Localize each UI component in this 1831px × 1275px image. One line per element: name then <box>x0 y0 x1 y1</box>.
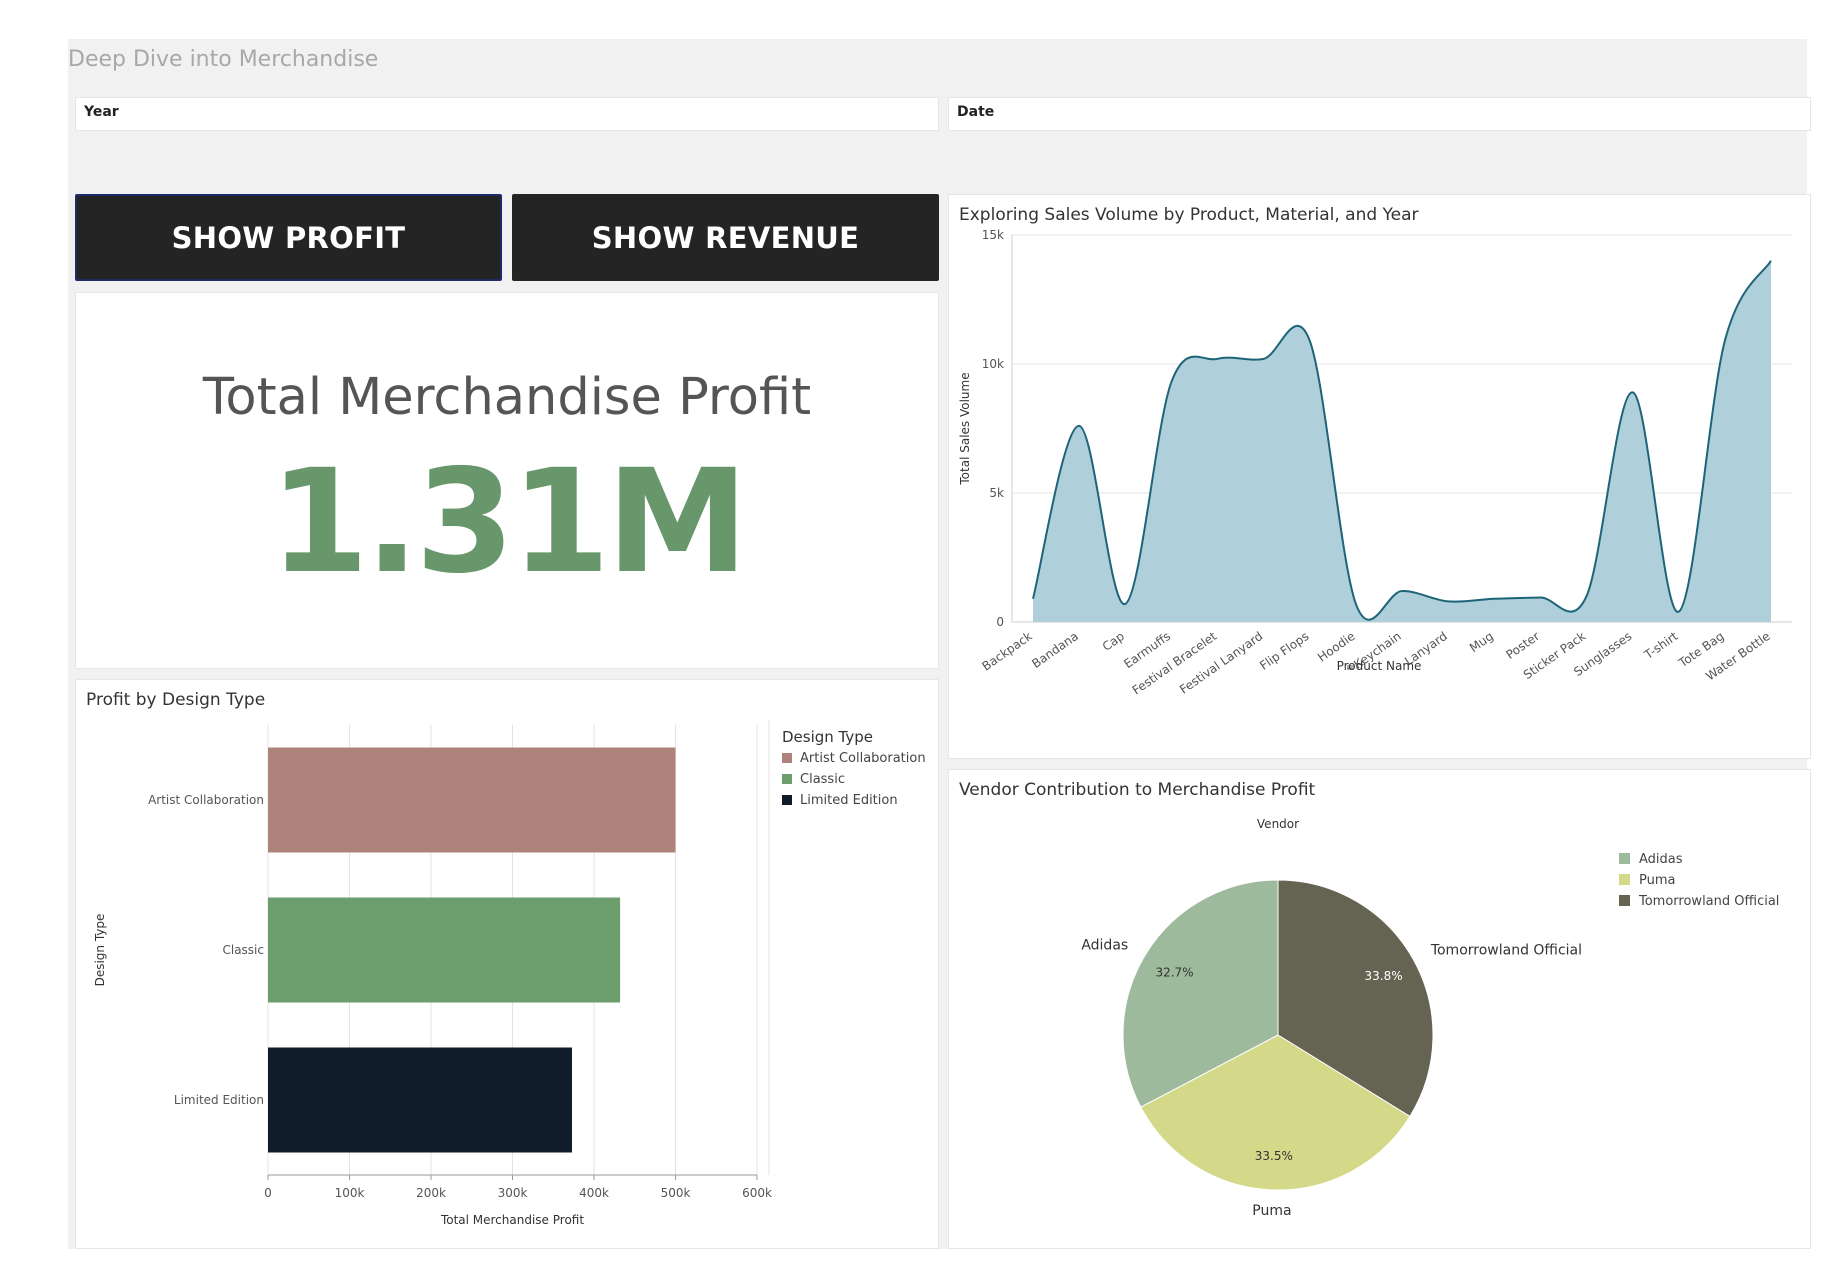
data-point <box>1216 357 1220 361</box>
kpi-card: Total Merchandise Profit 1.31M <box>75 292 939 669</box>
data-point <box>1677 610 1681 614</box>
legend-swatch <box>782 753 792 763</box>
x-tick-label: 300k <box>498 1186 528 1200</box>
pie-percent-label: 33.8% <box>1365 969 1403 983</box>
data-point <box>1769 259 1773 263</box>
pie-slice-label: Tomorrowland Official <box>1430 943 1582 959</box>
legend-swatch <box>782 795 792 805</box>
year-filter[interactable]: Year <box>75 97 939 131</box>
legend-label: Puma <box>1639 873 1675 888</box>
legend-swatch <box>1619 895 1630 906</box>
data-point <box>1031 597 1035 601</box>
y-axis-title: Design Type <box>93 914 107 987</box>
kpi-label: Total Merchandise Profit <box>202 368 812 427</box>
sales-volume-area <box>1033 260 1771 622</box>
y-tick-label: 10k <box>982 357 1004 371</box>
x-axis-title: Product Name <box>1337 659 1422 673</box>
data-point <box>1723 339 1727 343</box>
legend-label: Limited Edition <box>800 793 898 808</box>
y-axis-title: Total Sales Volume <box>958 372 972 485</box>
x-axis-title: Total Merchandise Profit <box>440 1213 584 1227</box>
data-point <box>1123 602 1127 606</box>
x-tick-label: Poster <box>1503 629 1542 662</box>
show-profit-button[interactable]: SHOW PROFIT <box>75 194 502 281</box>
x-tick-label: T-shirt <box>1641 629 1681 663</box>
legend-label: Adidas <box>1639 852 1683 867</box>
kpi-value: 1.31M <box>269 438 748 605</box>
vendor-chart[interactable]: Vendor 33.8% Tomorrowland Official 33.5% Pum… <box>949 770 1812 1250</box>
dashboard: Deep Dive into Merchandise Year Date SHO… <box>68 39 1811 1249</box>
dashboard-title: Deep Dive into Merchandise <box>68 47 379 72</box>
sales-volume-chart[interactable]: 05k10k15kBackpackBandana CapEarmuffsFesti… <box>949 195 1812 760</box>
x-tick-label: 500k <box>661 1186 691 1200</box>
date-filter[interactable]: Date <box>948 97 1811 131</box>
legend-swatch <box>782 774 792 784</box>
design-type-chart-panel: Profit by Design Type 0 100k 200k 300k 400k 5… <box>75 679 939 1249</box>
x-tick-label: Festival Bracelet <box>1130 629 1220 698</box>
design-type-chart[interactable]: 0 100k 200k 300k 400k 500k 600k Artist Collabor… <box>76 680 940 1250</box>
data-point <box>1631 390 1635 394</box>
pie-slice-label: Puma <box>1252 1203 1291 1219</box>
sales-volume-chart-panel: Exploring Sales Volume by Product, Mater… <box>948 194 1811 759</box>
x-tick-label: 400k <box>579 1186 609 1200</box>
bar <box>268 747 676 853</box>
data-point <box>1492 597 1496 601</box>
vendor-chart-panel: Vendor Contribution to Merchandise Profi… <box>948 769 1811 1249</box>
x-tick-label: 100k <box>335 1186 365 1200</box>
pie-slice-label: Adidas <box>1081 938 1128 954</box>
x-tick-label: Cap <box>1100 629 1127 654</box>
y-tick-label: Artist Collaboration <box>148 793 264 807</box>
legend-swatch <box>1619 874 1630 885</box>
year-filter-label: Year <box>84 104 119 120</box>
data-point <box>1585 594 1589 598</box>
x-tick-label: Backpack <box>979 629 1034 674</box>
data-point <box>1169 380 1173 384</box>
x-tick-label: 0 <box>264 1186 272 1200</box>
legend-title: Design Type <box>782 728 873 746</box>
data-point <box>1446 599 1450 603</box>
data-point <box>1077 424 1081 428</box>
y-tick-label: 5k <box>989 486 1004 500</box>
y-tick-label: Limited Edition <box>174 1093 264 1107</box>
x-tick-label: Flip Flops <box>1257 629 1311 673</box>
data-point <box>1308 339 1312 343</box>
x-tick-label: Festival Lanyard <box>1177 629 1265 697</box>
legend-swatch <box>1619 853 1630 864</box>
date-filter-label: Date <box>957 104 995 120</box>
x-tick-label: Bandana <box>1029 629 1081 671</box>
data-point <box>1354 602 1358 606</box>
y-tick-label: 15k <box>982 228 1004 242</box>
x-tick-label: Mug <box>1467 629 1496 655</box>
y-tick-label: 0 <box>996 615 1004 629</box>
legend-label: Tomorrowland Official <box>1638 894 1779 909</box>
y-tick-label: Classic <box>222 943 264 957</box>
pie-percent-label: 33.5% <box>1255 1149 1293 1163</box>
x-tick-label: 600k <box>742 1186 772 1200</box>
data-point <box>1538 595 1542 599</box>
legend-label: Artist Collaboration <box>800 751 926 766</box>
bar <box>268 1047 572 1153</box>
show-revenue-button[interactable]: SHOW REVENUE <box>512 194 939 281</box>
bar <box>268 897 621 1003</box>
data-point <box>1262 357 1266 361</box>
data-point <box>1400 589 1404 593</box>
pie-subtitle: Vendor <box>1257 817 1299 831</box>
x-tick-label: 200k <box>416 1186 446 1200</box>
pie-percent-label: 32.7% <box>1155 965 1193 979</box>
legend-label: Classic <box>800 772 845 787</box>
